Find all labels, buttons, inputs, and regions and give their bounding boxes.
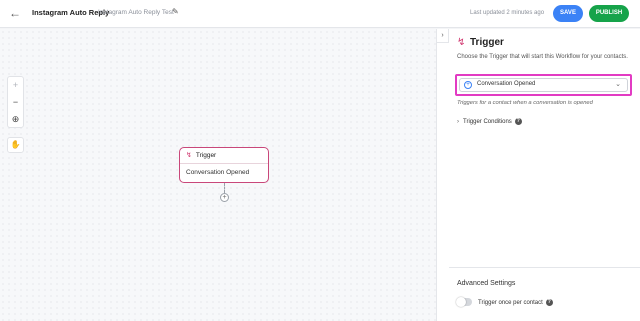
trigger-select-value: Conversation Opened: [477, 81, 536, 87]
trigger-conditions-toggle[interactable]: › Trigger Conditions?: [457, 118, 522, 125]
trigger-node-body: Conversation Opened: [186, 169, 250, 176]
chevron-down-icon: ⌄: [615, 81, 621, 88]
node-connector: [224, 183, 225, 193]
trigger-settings-panel: › ↯ Trigger Choose the Trigger that will…: [436, 29, 640, 321]
bolt-icon: ↯: [186, 152, 192, 159]
collapse-panel-chevron-right-icon[interactable]: ›: [437, 29, 449, 43]
save-button[interactable]: SAVE: [553, 5, 583, 22]
trigger-once-row: Trigger once per contact?: [478, 299, 553, 306]
chevron-right-icon: ›: [457, 119, 459, 126]
help-question-icon[interactable]: ?: [545, 299, 553, 306]
zoom-controls: + − ⊕: [7, 76, 24, 128]
top-bar: ← Instagram Auto Reply Instagram Auto Re…: [0, 0, 640, 28]
trigger-once-label: Trigger once per contact: [478, 300, 543, 307]
zoom-in-plus-icon[interactable]: +: [8, 77, 23, 94]
publish-button[interactable]: PUBLISH: [589, 5, 629, 22]
plus-circle-icon: +: [464, 81, 472, 89]
trigger-select[interactable]: + Conversation Opened ⌄: [459, 78, 628, 92]
trigger-helper-text: Triggers for a contact when a conversati…: [457, 100, 593, 106]
pencil-icon[interactable]: ✎: [172, 7, 182, 17]
back-arrow-icon[interactable]: ←: [8, 6, 22, 20]
trigger-node[interactable]: ↯ Trigger Conversation Opened: [179, 147, 269, 183]
trigger-node-title: Trigger: [195, 152, 217, 159]
bolt-icon: ↯: [457, 37, 466, 48]
help-question-icon[interactable]: ?: [514, 118, 522, 125]
trigger-conditions-label: Trigger Conditions: [463, 119, 512, 126]
add-step-plus-circle-icon[interactable]: +: [220, 193, 229, 202]
zoom-out-minus-icon[interactable]: −: [8, 94, 23, 111]
recenter-crosshair-icon[interactable]: ⊕: [8, 111, 23, 128]
trigger-node-header: ↯ Trigger: [180, 148, 268, 164]
workflow-subtitle: Instagram Auto Reply Test: [98, 9, 174, 16]
panel-title: Trigger: [470, 37, 504, 48]
advanced-settings-heading: Advanced Settings: [457, 280, 516, 287]
divider: [449, 267, 640, 268]
pan-hand-icon[interactable]: ✋: [7, 137, 24, 153]
panel-description: Choose the Trigger that will start this …: [457, 54, 628, 60]
last-updated-text: Last updated 2 minutes ago: [470, 10, 545, 16]
trigger-once-toggle[interactable]: [456, 297, 472, 307]
trigger-select-highlight: + Conversation Opened ⌄: [455, 74, 632, 96]
